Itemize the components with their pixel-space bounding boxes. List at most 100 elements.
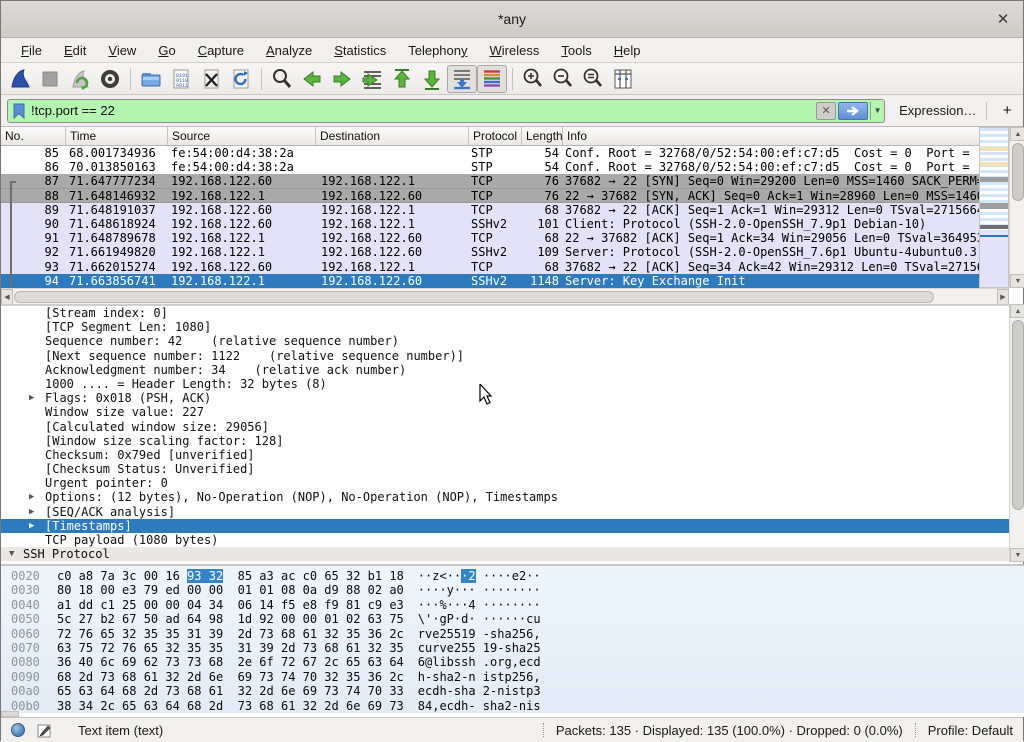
- restart-capture-icon[interactable]: [65, 65, 95, 93]
- hex-row[interactable]: 003080 18 00 e3 79 ed 00 00 01 01 08 0a …: [1, 583, 1024, 597]
- collapsed-arrow-icon[interactable]: ▶: [29, 391, 34, 405]
- detail-line[interactable]: [Window size scaling factor: 128]: [1, 434, 1009, 448]
- packet-list-hscrollbar[interactable]: ◀ ▶: [1, 288, 1009, 304]
- packet-row[interactable]: 9371.662015274192.168.122.60192.168.122.…: [1, 260, 979, 274]
- column-header-len[interactable]: Length: [522, 127, 563, 145]
- auto-scroll-icon[interactable]: [447, 65, 477, 93]
- detail-line[interactable]: [TCP Segment Len: 1080]: [1, 320, 1009, 334]
- hex-row[interactable]: 00a065 63 64 68 2d 73 68 61 32 2d 6e 69 …: [1, 684, 1024, 698]
- bookmark-icon[interactable]: [13, 103, 25, 119]
- open-file-icon[interactable]: [136, 65, 166, 93]
- menu-help[interactable]: Help: [604, 40, 651, 61]
- packet-row[interactable]: 8971.648191037192.168.122.60192.168.122.…: [1, 203, 979, 217]
- filter-history-dropdown-icon[interactable]: ▼: [870, 102, 884, 120]
- detail-line[interactable]: TCP payload (1080 bytes): [1, 533, 1009, 547]
- menu-analyze[interactable]: Analyze: [256, 40, 322, 61]
- collapsed-arrow-icon[interactable]: ▶: [29, 519, 34, 533]
- capture-comment-icon[interactable]: [37, 723, 52, 738]
- colorize-packets-icon[interactable]: [477, 65, 507, 93]
- detail-line[interactable]: Acknowledgment number: 34 (relative ack …: [1, 363, 1009, 377]
- detail-line[interactable]: Sequence number: 42 (relative sequence n…: [1, 334, 1009, 348]
- detail-line[interactable]: ▶Options: (12 bytes), No-Operation (NOP)…: [1, 490, 1009, 504]
- detail-line[interactable]: Urgent pointer: 0: [1, 476, 1009, 490]
- hex-row[interactable]: 007063 75 72 76 65 32 35 35 31 39 2d 73 …: [1, 641, 1024, 655]
- zoom-reset-icon[interactable]: [578, 65, 608, 93]
- hex-row[interactable]: 0040a1 dd c1 25 00 00 04 34 06 14 f5 e8 …: [1, 598, 1024, 612]
- packet-row[interactable]: 8771.647777234192.168.122.60192.168.122.…: [1, 174, 979, 188]
- column-header-proto[interactable]: Protocol: [469, 127, 522, 145]
- apply-filter-icon[interactable]: [838, 102, 868, 120]
- stop-capture-icon[interactable]: [35, 65, 65, 93]
- packet-row[interactable]: 8568.001734936fe:54:00:d4:38:2aSTP54Conf…: [1, 146, 979, 160]
- menu-view[interactable]: View: [98, 40, 146, 61]
- hex-row[interactable]: 00b038 34 2c 65 63 64 68 2d 73 68 61 32 …: [1, 699, 1024, 713]
- expert-info-icon[interactable]: [11, 723, 25, 737]
- scrollbar-thumb[interactable]: [1012, 320, 1024, 510]
- detail-line[interactable]: [Stream index: 0]: [1, 306, 1009, 320]
- go-to-packet-icon[interactable]: [357, 65, 387, 93]
- display-filter-input[interactable]: !tcp.port == 22 ✕ ▼: [7, 99, 885, 123]
- detail-line[interactable]: [Checksum Status: Unverified]: [1, 462, 1009, 476]
- menu-edit[interactable]: Edit: [54, 40, 96, 61]
- clear-filter-icon[interactable]: ✕: [816, 102, 836, 120]
- menu-statistics[interactable]: Statistics: [324, 40, 396, 61]
- scroll-left-icon[interactable]: ◀: [1, 289, 13, 305]
- resize-columns-icon[interactable]: [608, 65, 638, 93]
- scroll-down-icon[interactable]: ▼: [1010, 548, 1024, 562]
- hex-row[interactable]: 006072 76 65 32 35 35 31 39 2d 73 68 61 …: [1, 627, 1024, 641]
- packet-row[interactable]: 9471.663856741192.168.122.1192.168.122.6…: [1, 274, 979, 288]
- menu-wireless[interactable]: Wireless: [480, 40, 550, 61]
- column-header-info[interactable]: Info: [563, 127, 1009, 145]
- scroll-up-icon[interactable]: ▲: [1010, 127, 1024, 141]
- go-first-packet-icon[interactable]: [387, 65, 417, 93]
- detail-line[interactable]: ▶[Timestamps]: [1, 519, 1009, 533]
- collapsed-arrow-icon[interactable]: ▶: [29, 505, 34, 519]
- packet-row[interactable]: 8670.013850163fe:54:00:d4:38:2aSTP54Conf…: [1, 160, 979, 174]
- close-file-icon[interactable]: [196, 65, 226, 93]
- start-capture-icon[interactable]: [5, 65, 35, 93]
- zoom-out-icon[interactable]: [548, 65, 578, 93]
- collapsed-arrow-icon[interactable]: ▶: [29, 490, 34, 504]
- detail-line[interactable]: [Calculated window size: 29056]: [1, 420, 1009, 434]
- scrollbar-thumb[interactable]: [14, 291, 934, 303]
- details-scrollbar[interactable]: ▲ ▼: [1009, 304, 1024, 562]
- detail-line[interactable]: [Next sequence number: 1122 (relative se…: [1, 349, 1009, 363]
- menu-telephony[interactable]: Telephony: [398, 40, 477, 61]
- go-last-packet-icon[interactable]: [417, 65, 447, 93]
- detail-line[interactable]: ▶[SEQ/ACK analysis]: [1, 505, 1009, 519]
- collapsed-arrow-icon[interactable]: ▶: [27, 561, 32, 562]
- hex-row[interactable]: 00505c 27 b2 67 50 ad 64 98 1d 92 00 00 …: [1, 612, 1024, 626]
- zoom-in-icon[interactable]: [518, 65, 548, 93]
- packet-row[interactable]: 8871.648146932192.168.122.1192.168.122.6…: [1, 189, 979, 203]
- menu-tools[interactable]: Tools: [551, 40, 601, 61]
- detail-line[interactable]: Checksum: 0x79ed [unverified]: [1, 448, 1009, 462]
- column-header-time[interactable]: Time: [66, 127, 168, 145]
- packet-row[interactable]: 9271.661949820192.168.122.1192.168.122.6…: [1, 245, 979, 259]
- column-header-src[interactable]: Source: [168, 127, 316, 145]
- column-header-no[interactable]: No.: [1, 127, 66, 145]
- close-icon[interactable]: ✕: [993, 9, 1013, 29]
- go-back-icon[interactable]: [297, 65, 327, 93]
- expanded-arrow-icon[interactable]: ▼: [9, 547, 14, 561]
- column-header-dst[interactable]: Destination: [316, 127, 469, 145]
- menu-file[interactable]: File: [11, 40, 52, 61]
- hex-row[interactable]: 0020c0 a8 7a 3c 00 16 93 32 85 a3 ac c0 …: [1, 569, 1024, 583]
- menu-go[interactable]: Go: [148, 40, 185, 61]
- hex-row[interactable]: 009068 2d 73 68 61 32 2d 6e 69 73 74 70 …: [1, 670, 1024, 684]
- expression-button[interactable]: Expression…: [899, 103, 976, 118]
- packet-row[interactable]: 9171.648789678192.168.122.1192.168.122.6…: [1, 231, 979, 245]
- packet-list-scrollbar[interactable]: ▲ ▼: [1009, 127, 1024, 288]
- scroll-right-icon[interactable]: ▶: [997, 289, 1009, 305]
- scroll-down-icon[interactable]: ▼: [1010, 274, 1024, 288]
- hex-row[interactable]: 008036 40 6c 69 62 73 73 68 2e 6f 72 67 …: [1, 655, 1024, 669]
- add-filter-button[interactable]: +: [997, 102, 1017, 119]
- menu-capture[interactable]: Capture: [188, 40, 254, 61]
- profile-status[interactable]: Profile: Default: [928, 723, 1013, 738]
- title-bar[interactable]: *any ✕: [1, 1, 1023, 38]
- packet-row[interactable]: 9071.648618924192.168.122.60192.168.122.…: [1, 217, 979, 231]
- go-forward-icon[interactable]: [327, 65, 357, 93]
- detail-line[interactable]: Window size value: 227: [1, 405, 1009, 419]
- scrollbar-thumb[interactable]: [1012, 143, 1024, 201]
- reload-file-icon[interactable]: [226, 65, 256, 93]
- detail-line[interactable]: 1000 .... = Header Length: 32 bytes (8): [1, 377, 1009, 391]
